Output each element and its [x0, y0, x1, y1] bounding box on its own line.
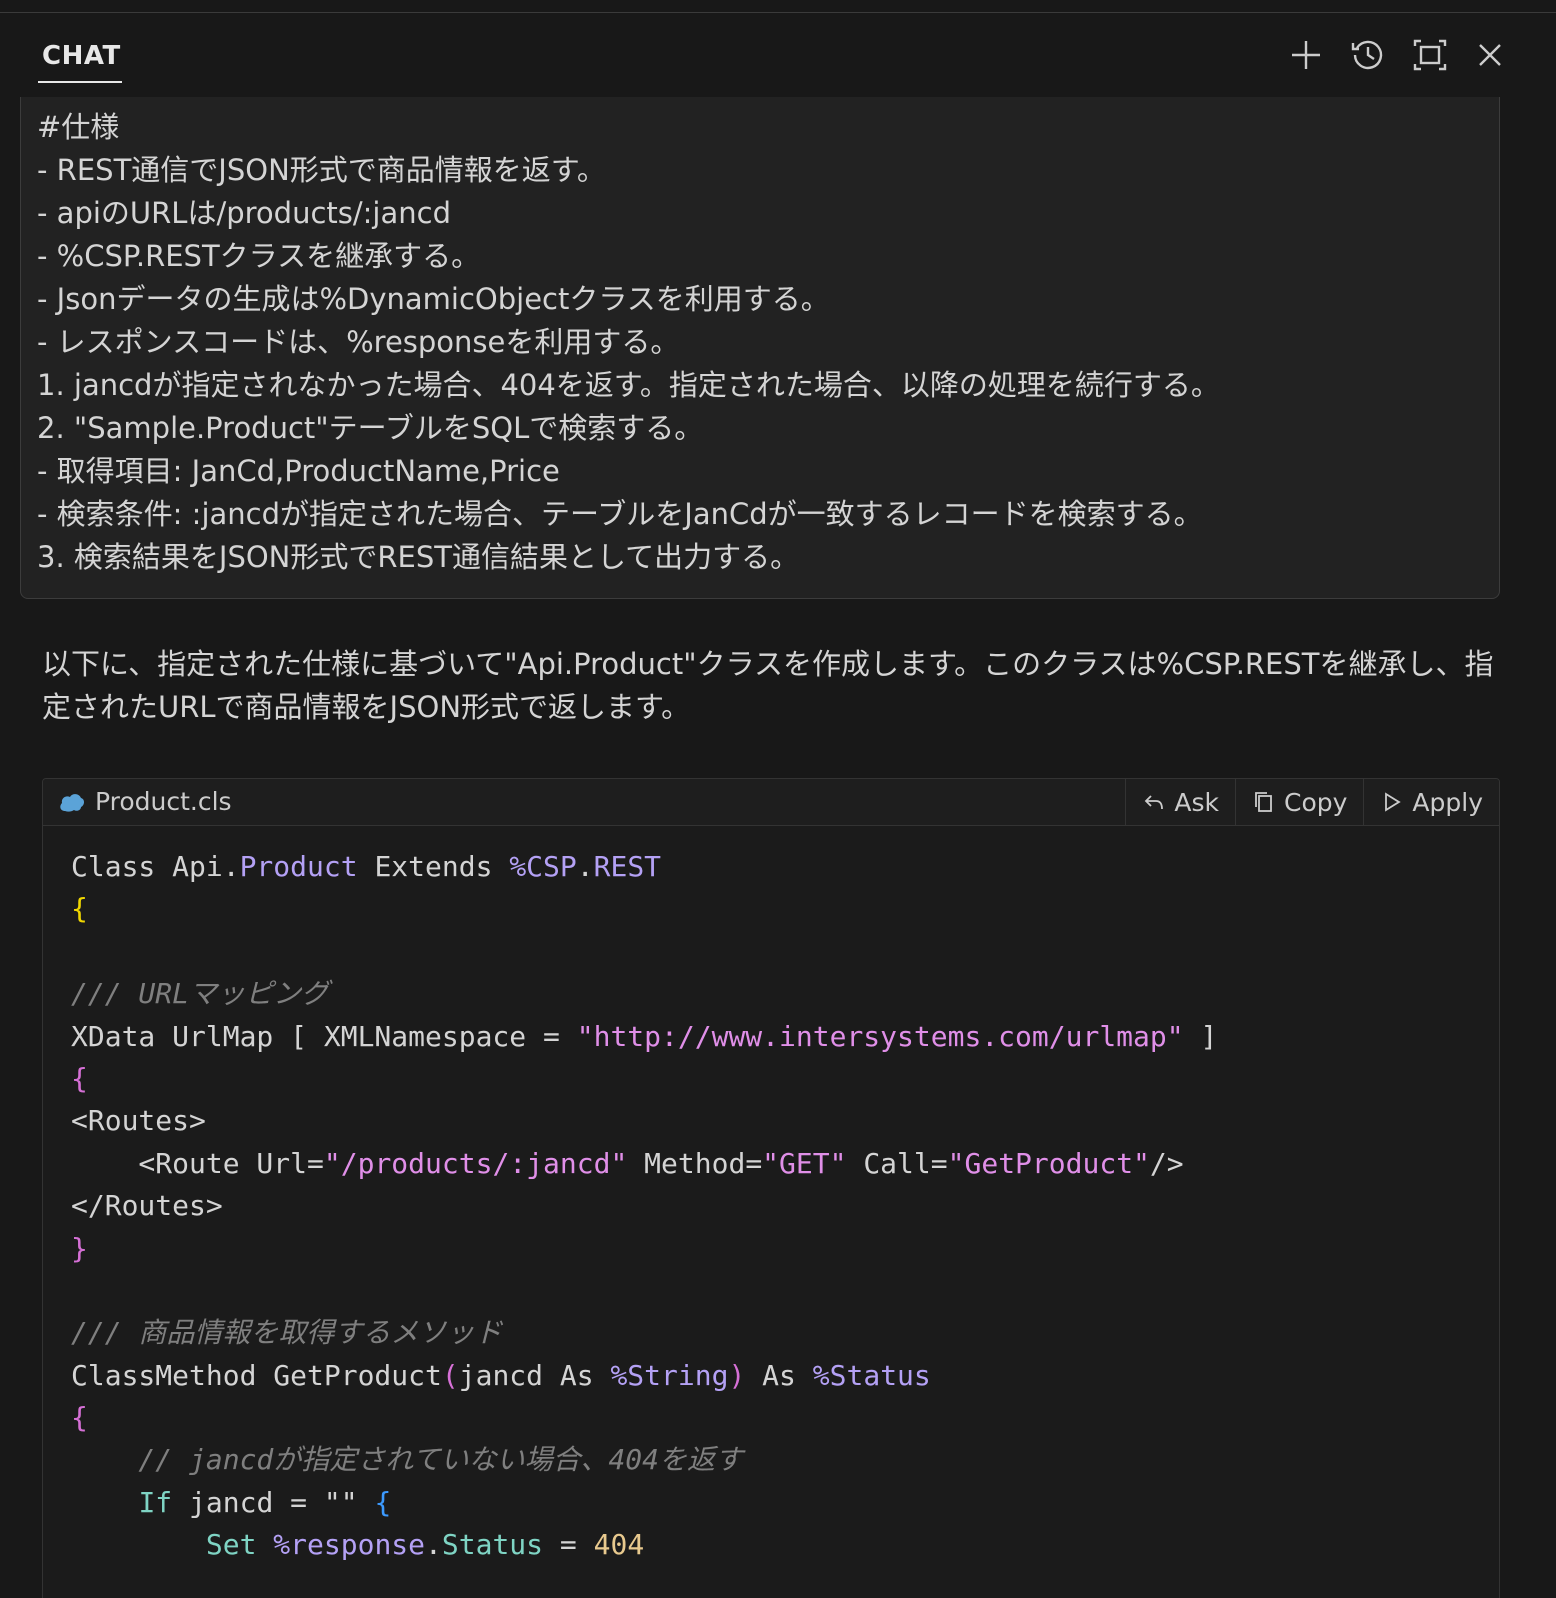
code-actions: Ask Copy Apply	[1125, 779, 1499, 825]
code-line: ClassMethod GetProduct(jancd As %String)…	[71, 1358, 931, 1392]
reply-icon	[1145, 795, 1164, 810]
maximize-icon[interactable]	[1410, 35, 1450, 75]
code-line: If jancd = "" {	[138, 1485, 392, 1519]
tab-chat[interactable]: CHAT	[42, 41, 121, 71]
play-icon	[1385, 792, 1402, 812]
code-content[interactable]: Class Api.Product Extends %CSP.REST { //…	[43, 826, 1499, 1567]
code-line: // jancdが指定されていない場合、404を返す	[71, 1443, 744, 1477]
user-message-line: #仕様	[37, 110, 120, 144]
new-chat-icon[interactable]	[1286, 35, 1326, 75]
code-line: }	[71, 1231, 88, 1265]
user-message-line: - 取得項目: JanCd,ProductName,Price	[37, 454, 560, 488]
code-line: {	[71, 1061, 88, 1095]
code-line: XData UrlMap [ XMLNamespace = "http://ww…	[71, 1019, 1218, 1053]
code-line: <Routes>	[71, 1104, 206, 1138]
assistant-intro-text: 以下に、指定された仕様に基づいて"Api.Product"クラスを作成します。こ…	[42, 647, 1494, 724]
copy-label: Copy	[1283, 787, 1348, 817]
history-icon[interactable]	[1348, 35, 1388, 75]
user-message-line: - 検索条件: :jancdが指定された場合、テーブルをJanCdが一致するレコ…	[37, 497, 1203, 531]
user-message-line: 2. "Sample.Product"テーブルをSQLで検索する。	[37, 411, 704, 445]
user-message-line: 3. 検索結果をJSON形式でREST通信結果として出力する。	[37, 540, 800, 574]
copy-button[interactable]: Copy	[1234, 779, 1363, 825]
user-message-line: - REST通信でJSON形式で商品情報を返す。	[37, 153, 606, 187]
ask-label: Ask	[1174, 787, 1219, 817]
apply-button[interactable]: Apply	[1363, 779, 1499, 825]
code-line: {	[71, 1401, 88, 1435]
close-icon[interactable]	[1470, 35, 1510, 75]
code-line: Class Api.Product Extends %CSP.REST	[71, 850, 662, 883]
code-block: Product.cls Ask Copy Apply Class Api.Pro…	[42, 778, 1500, 1598]
chat-scroll-area[interactable]: #仕様 - REST通信でJSON形式で商品情報を返す。 - apiのURLは/…	[0, 97, 1556, 1598]
code-line: /// 商品情報を取得するメソッド	[71, 1316, 503, 1350]
user-message-line: 1. jancdが指定されなかった場合、404を返す。指定された場合、以降の処理…	[37, 368, 1220, 402]
objectscript-file-icon	[60, 794, 84, 812]
user-message-line: - レスポンスコードは、%responseを利用する。	[37, 325, 680, 359]
chat-panel-header: CHAT	[0, 13, 1556, 97]
code-line: Set %response.Status = 404	[205, 1528, 645, 1562]
user-message-line: - Jsonデータの生成は%DynamicObjectクラスを利用する。	[37, 282, 830, 316]
code-line: {	[71, 892, 88, 926]
active-tab-indicator	[38, 81, 122, 83]
code-file-name: Product.cls	[95, 787, 232, 816]
user-message-line: - %CSP.RESTクラスを継承する。	[37, 239, 481, 273]
apply-label: Apply	[1412, 787, 1483, 817]
code-block-header: Product.cls Ask Copy Apply	[43, 779, 1499, 826]
code-line: <Route Url="/products/:jancd" Method="GE…	[71, 1146, 1184, 1180]
code-line: /// URLマッピング	[71, 977, 330, 1011]
ask-button[interactable]: Ask	[1125, 779, 1235, 825]
copy-icon	[1255, 792, 1272, 812]
window-top-border	[0, 0, 1556, 13]
user-message: #仕様 - REST通信でJSON形式で商品情報を返す。 - apiのURLは/…	[20, 97, 1500, 599]
user-message-line: - apiのURLは/products/:jancd	[37, 196, 451, 230]
code-line: </Routes>	[71, 1189, 223, 1223]
